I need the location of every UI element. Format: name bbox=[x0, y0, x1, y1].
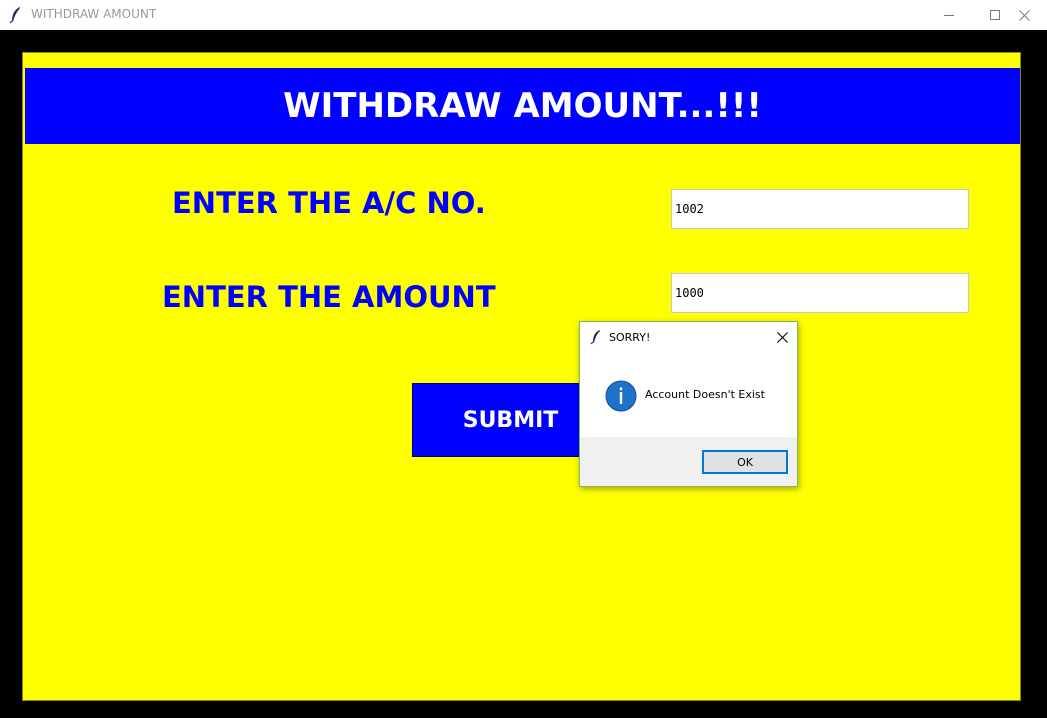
feather-icon bbox=[590, 330, 600, 345]
form-panel: WITHDRAW AMOUNT...!!! ENTER THE A/C NO. … bbox=[22, 52, 1021, 701]
dialog-close-button[interactable] bbox=[772, 328, 792, 346]
dialog-footer: OK bbox=[580, 437, 797, 486]
message-dialog: SORRY! Account Doesn't Exist OK bbox=[579, 321, 798, 487]
page-title: WITHDRAW AMOUNT...!!! bbox=[283, 86, 762, 126]
account-number-input[interactable] bbox=[671, 189, 969, 229]
title-bar[interactable]: WITHDRAW AMOUNT bbox=[0, 0, 1047, 30]
close-button[interactable] bbox=[1001, 0, 1047, 30]
dialog-message: Account Doesn't Exist bbox=[645, 388, 765, 401]
window-title: WITHDRAW AMOUNT bbox=[31, 7, 157, 21]
app-window: WITHDRAW AMOUNT WITHDRAW AMOUNT...!!! EN… bbox=[0, 0, 1047, 718]
dialog-title: SORRY! bbox=[609, 331, 651, 344]
close-icon bbox=[776, 331, 788, 343]
amount-label: ENTER THE AMOUNT bbox=[162, 280, 496, 314]
info-icon bbox=[605, 380, 637, 412]
minimize-icon bbox=[943, 14, 954, 16]
maximize-icon bbox=[989, 9, 1000, 20]
feather-icon bbox=[9, 7, 20, 24]
account-number-label: ENTER THE A/C NO. bbox=[172, 186, 486, 220]
header-banner: WITHDRAW AMOUNT...!!! bbox=[25, 68, 1020, 144]
close-icon bbox=[1018, 9, 1030, 21]
minimize-button[interactable] bbox=[926, 0, 972, 30]
ok-button[interactable]: OK bbox=[702, 450, 788, 474]
amount-input[interactable] bbox=[671, 273, 969, 313]
